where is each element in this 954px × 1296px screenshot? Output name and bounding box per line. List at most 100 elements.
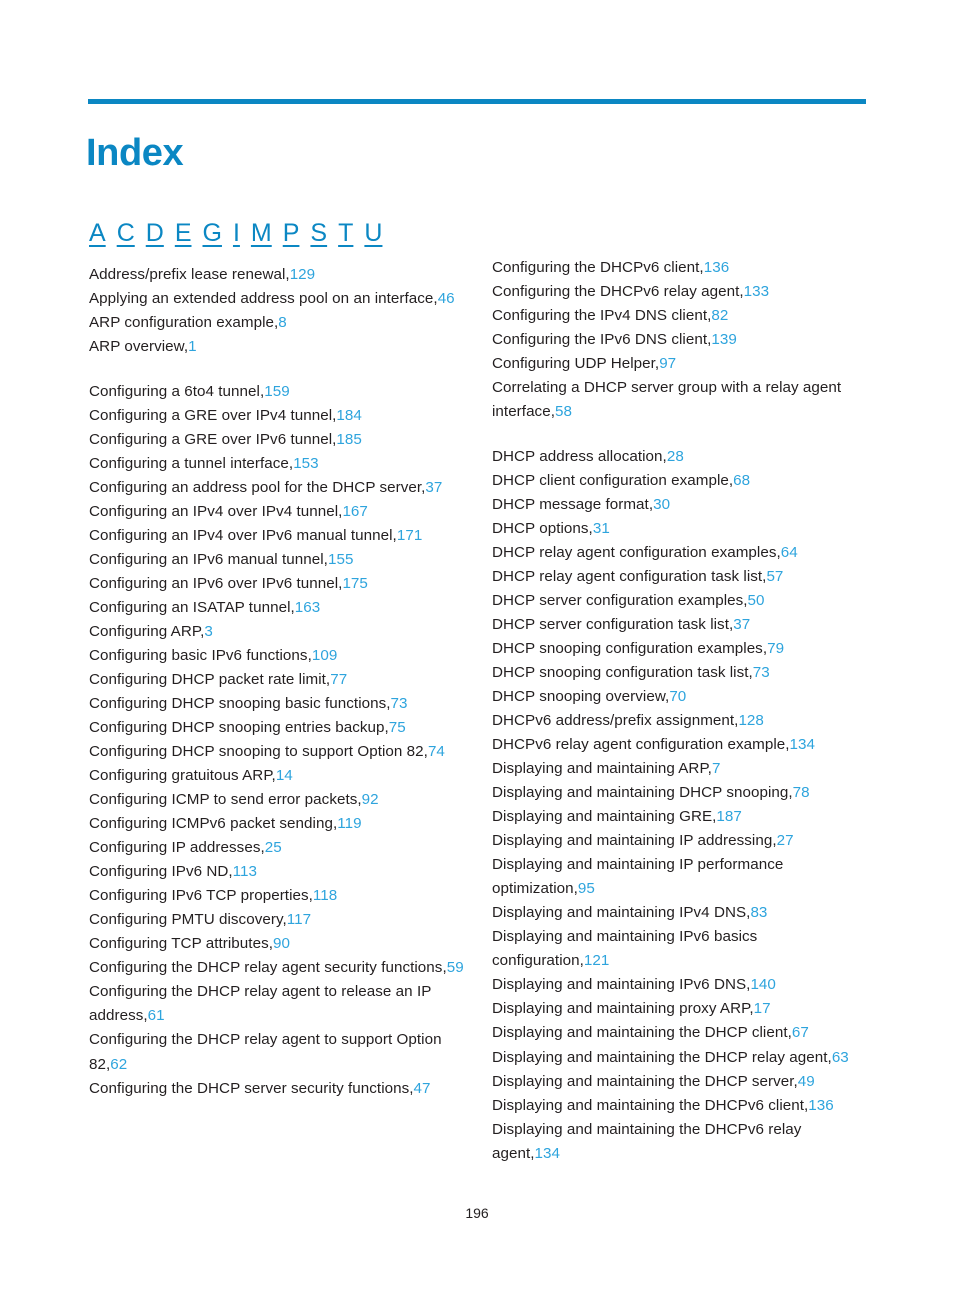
index-entry-page-link[interactable]: 61 — [148, 1007, 165, 1024]
alpha-nav-link-m[interactable]: M — [251, 219, 272, 248]
index-entry-page-link[interactable]: 97 — [659, 355, 676, 372]
alpha-nav-link-d[interactable]: D — [146, 219, 164, 248]
index-entry-page-link[interactable]: 83 — [750, 904, 767, 921]
index-entry-page-link[interactable]: 117 — [287, 911, 311, 928]
index-entry-page-link[interactable]: 47 — [414, 1080, 431, 1097]
index-entry-page-link[interactable]: 27 — [777, 832, 794, 849]
index-entry-page-link[interactable]: 37 — [733, 616, 750, 633]
index-entry-page-link[interactable]: 3 — [204, 623, 213, 640]
index-entry-page-link[interactable]: 77 — [330, 671, 347, 688]
index-entry-page-link[interactable]: 1 — [188, 338, 197, 355]
index-entry-text: DHCP address allocation, — [492, 448, 667, 466]
index-entry-page-link[interactable]: 109 — [312, 647, 338, 664]
alpha-nav-link-a[interactable]: A — [89, 219, 106, 248]
index-entry: Configuring DHCP snooping to support Opt… — [89, 740, 466, 764]
index-entry-page-link[interactable]: 75 — [389, 719, 406, 736]
index-entry-page-link[interactable]: 95 — [578, 880, 595, 897]
alpha-nav-link-g[interactable]: G — [203, 219, 222, 248]
index-entry-page-link[interactable]: 30 — [653, 496, 670, 513]
index-entry-page-link[interactable]: 187 — [716, 808, 742, 825]
index-entry-page-link[interactable]: 46 — [438, 290, 455, 307]
index-entry-page-link[interactable]: 31 — [593, 520, 610, 537]
index-entry: DHCP relay agent configuration examples,… — [492, 541, 869, 565]
index-entry-text: Configuring the DHCPv6 relay agent, — [492, 283, 744, 301]
index-entry-page-link[interactable]: 136 — [808, 1097, 834, 1114]
index-entry-text: ARP overview, — [89, 338, 189, 356]
index-entry-page-link[interactable]: 140 — [750, 976, 776, 993]
alpha-nav-link-p[interactable]: P — [283, 219, 300, 248]
index-entry-page-link[interactable]: 136 — [704, 259, 730, 276]
index-entry: Displaying and maintaining GRE,187 — [492, 805, 869, 829]
index-entry-page-link[interactable]: 134 — [790, 736, 816, 753]
index-entry-page-link[interactable]: 155 — [328, 551, 354, 568]
index-entry-page-link[interactable]: 17 — [754, 1000, 771, 1017]
index-entry-page-link[interactable]: 121 — [584, 952, 610, 969]
index-entry-page-link[interactable]: 78 — [793, 784, 810, 801]
index-entry: Configuring ICMPv6 packet sending,119 — [89, 812, 466, 836]
index-entry-page-link[interactable]: 92 — [362, 791, 379, 808]
index-entry-text: Configuring PMTU discovery, — [89, 911, 287, 929]
alpha-nav-link-c[interactable]: C — [117, 219, 135, 248]
index-entry-page-link[interactable]: 58 — [555, 403, 572, 420]
index-entry: Displaying and maintaining proxy ARP,17 — [492, 997, 869, 1021]
index-entry-text: Configuring IPv6 TCP properties, — [89, 887, 313, 905]
index-entry: Displaying and maintaining DHCP snooping… — [492, 781, 869, 805]
index-entry-page-link[interactable]: 175 — [342, 575, 368, 592]
index-entry: Configuring an address pool for the DHCP… — [89, 476, 466, 500]
index-entry-page-link[interactable]: 68 — [733, 472, 750, 489]
index-entry-page-link[interactable]: 119 — [337, 815, 361, 832]
alpha-nav-link-e[interactable]: E — [175, 219, 192, 248]
index-entry: Configuring DHCP snooping basic function… — [89, 692, 466, 716]
index-entry-page-link[interactable]: 79 — [767, 640, 784, 657]
index-entry-page-link[interactable]: 163 — [295, 599, 321, 616]
index-entry: Configuring IPv6 TCP properties,118 — [89, 884, 466, 908]
index-entry-page-link[interactable]: 133 — [744, 283, 770, 300]
index-entry-page-link[interactable]: 153 — [293, 455, 319, 472]
alpha-nav-link-s[interactable]: S — [310, 219, 327, 248]
index-entry-page-link[interactable]: 185 — [336, 431, 362, 448]
index-entry-page-link[interactable]: 8 — [278, 314, 287, 331]
index-entry-text: Configuring an IPv4 over IPv6 manual tun… — [89, 527, 397, 545]
index-entry-page-link[interactable]: 25 — [265, 839, 282, 856]
index-entry-page-link[interactable]: 128 — [738, 712, 764, 729]
alpha-nav-link-u[interactable]: U — [364, 219, 382, 248]
index-entry-page-link[interactable]: 90 — [273, 935, 290, 952]
index-entry: Displaying and maintaining IP addressing… — [492, 829, 869, 853]
index-entry-page-link[interactable]: 118 — [313, 887, 337, 904]
alphabet-nav[interactable]: ACDEGIMPSTU — [89, 219, 382, 248]
index-entry-page-link[interactable]: 64 — [781, 544, 798, 561]
index-entry-page-link[interactable]: 70 — [669, 688, 686, 705]
index-entry-page-link[interactable]: 73 — [753, 664, 770, 681]
index-entry-page-link[interactable]: 184 — [336, 407, 362, 424]
index-entry-text: Configuring the DHCP server security fun… — [89, 1079, 414, 1097]
index-entry-page-link[interactable]: 74 — [428, 743, 445, 760]
index-entry-page-link[interactable]: 171 — [397, 527, 423, 544]
index-entry-page-link[interactable]: 129 — [290, 266, 316, 283]
index-entry-page-link[interactable]: 37 — [425, 479, 442, 496]
index-entry-page-link[interactable]: 49 — [798, 1073, 815, 1090]
index-entry-page-link[interactable]: 28 — [667, 448, 684, 465]
index-entry-text: Displaying and maintaining the DHCP serv… — [492, 1072, 798, 1090]
index-entry-page-link[interactable]: 139 — [711, 331, 737, 348]
alpha-nav-link-t[interactable]: T — [338, 219, 353, 248]
index-entry-page-link[interactable]: 63 — [832, 1049, 849, 1066]
index-entry-page-link[interactable]: 59 — [447, 959, 464, 976]
index-entry-text: Configuring ARP, — [89, 623, 205, 641]
index-entry-page-link[interactable]: 159 — [264, 383, 290, 400]
index-entry-page-link[interactable]: 14 — [276, 767, 293, 784]
index-entry-page-link[interactable]: 7 — [712, 760, 721, 777]
index-entry-page-link[interactable]: 62 — [110, 1056, 127, 1073]
index-entry-page-link[interactable]: 73 — [391, 695, 408, 712]
alpha-nav-link-i[interactable]: I — [233, 219, 240, 248]
index-entry-text: DHCP relay agent configuration task list… — [492, 568, 767, 586]
index-entry-page-link[interactable]: 50 — [748, 592, 765, 609]
index-entry-page-link[interactable]: 134 — [535, 1145, 561, 1162]
index-entry-page-link[interactable]: 113 — [233, 863, 257, 880]
index-entry-page-link[interactable]: 82 — [711, 307, 728, 324]
index-entry-text: DHCPv6 address/prefix assignment, — [492, 712, 739, 730]
index-entry-page-link[interactable]: 57 — [766, 568, 783, 585]
index-entry: DHCPv6 relay agent configuration example… — [492, 733, 869, 757]
index-entry-text: DHCP options, — [492, 520, 593, 538]
index-entry-page-link[interactable]: 167 — [342, 503, 368, 520]
index-entry-page-link[interactable]: 67 — [792, 1024, 809, 1041]
